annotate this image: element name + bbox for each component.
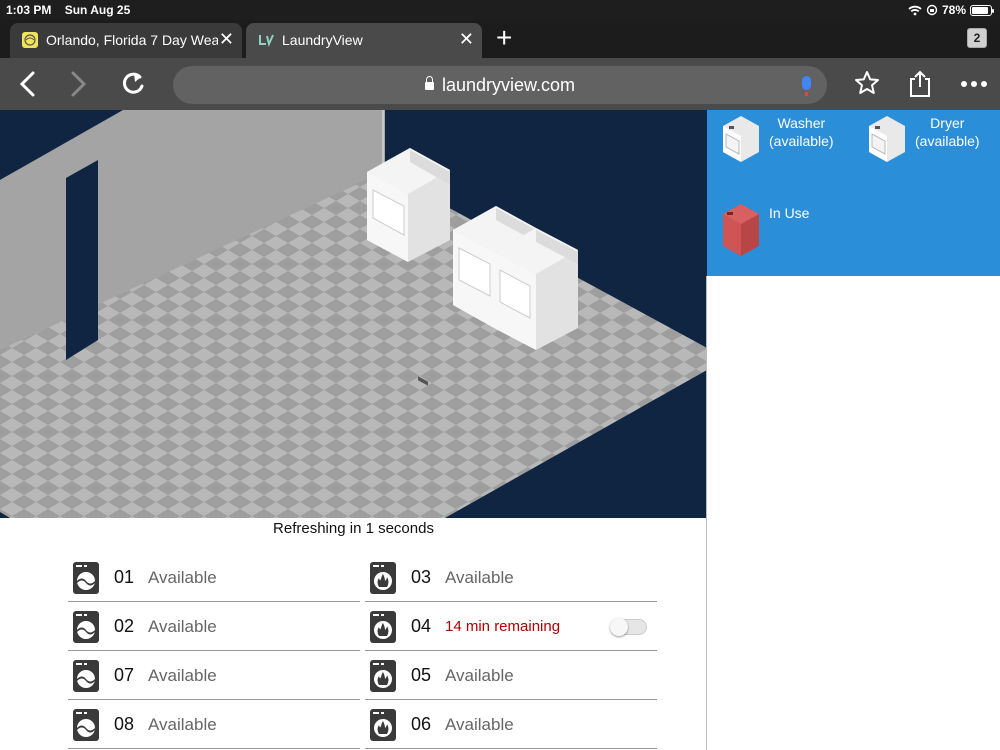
share-icon[interactable]: [908, 70, 932, 98]
tab-laundryview[interactable]: LaundryView ✕: [246, 23, 482, 58]
room-floor-plan: [0, 110, 707, 518]
machine-row-02[interactable]: 02 Available: [68, 603, 360, 651]
machine-row-04[interactable]: 04 14 min remaining: [365, 603, 657, 651]
dryer-icon: [869, 116, 905, 162]
legend-dryer-status: (available): [915, 133, 980, 149]
tab-laundryview-title: LaundryView: [282, 32, 363, 48]
lock-rotation-icon: [926, 4, 938, 16]
legend-dryer: Dryer (available): [865, 114, 980, 162]
in-use-machine-icon: [723, 204, 759, 256]
battery-percent: 78%: [941, 3, 966, 17]
tab-weather[interactable]: Orlando, Florida 7 Day Weat ✕: [10, 23, 242, 58]
lock-icon: [424, 76, 434, 90]
status-date: Sun Aug 25: [64, 3, 131, 17]
machine-status: Available: [445, 665, 514, 685]
machine-number: 01: [114, 567, 135, 587]
browser-toolbar: laundryview.com: [0, 58, 1000, 110]
reload-icon[interactable]: [120, 70, 146, 98]
dryer-icon: [370, 561, 396, 594]
washer-icon: [73, 659, 99, 692]
url-text: laundryview.com: [441, 75, 576, 95]
machine-status: Available: [148, 714, 217, 734]
close-tab-icon[interactable]: ✕: [219, 29, 234, 50]
tab-weather-title: Orlando, Florida 7 Day Weat: [46, 32, 218, 48]
dryer-icon: [370, 659, 396, 692]
microphone-icon[interactable]: [802, 76, 811, 96]
status-time: 1:03 PM: [6, 3, 52, 17]
machine-status: Available: [148, 567, 217, 587]
bookmark-star-icon[interactable]: [854, 70, 880, 96]
laundryview-favicon-icon: [258, 32, 274, 48]
notify-toggle[interactable]: [610, 618, 647, 636]
machine-legend: Washer (available) Dryer (available) In Us…: [707, 110, 1000, 276]
weather-favicon-icon: [22, 32, 38, 48]
legend-in-use: In Use: [719, 202, 809, 258]
back-icon[interactable]: [18, 70, 38, 98]
machine-number: 06: [411, 714, 432, 734]
new-tab-icon[interactable]: +: [496, 23, 512, 53]
machine-number: 02: [114, 616, 135, 636]
machine-row-06[interactable]: 06 Available: [365, 701, 657, 749]
legend-in-use-label: In Use: [769, 205, 810, 221]
legend-washer-status: (available): [769, 133, 834, 149]
forward-icon[interactable]: [68, 70, 88, 98]
close-tab-icon[interactable]: ✕: [459, 29, 474, 50]
machine-number: 03: [411, 567, 432, 587]
machine-row-01[interactable]: 01 Available: [68, 554, 360, 602]
machine-status: Available: [445, 714, 514, 734]
legend-dryer-label: Dryer: [930, 115, 965, 131]
tab-count-badge[interactable]: 2: [967, 28, 987, 48]
more-menu-icon[interactable]: [960, 80, 988, 88]
wifi-icon: [908, 5, 922, 15]
refresh-countdown: Refreshing in 1 seconds: [273, 520, 434, 537]
battery-icon: [970, 4, 994, 16]
machine-number: 08: [114, 714, 135, 734]
washer-icon: [73, 708, 99, 741]
machine-row-03[interactable]: 03 Available: [365, 554, 657, 602]
washer-icon: [723, 116, 759, 162]
legend-washer-label: Washer: [777, 115, 826, 131]
machine-row-05[interactable]: 05 Available: [365, 652, 657, 700]
address-bar[interactable]: laundryview.com: [173, 66, 827, 104]
legend-washer: Washer (available): [719, 114, 834, 162]
status-bar: 1:03 PM Sun Aug 25 78%: [0, 0, 1000, 20]
dryer-icon: [370, 610, 396, 643]
machine-number: 07: [114, 665, 135, 685]
washer-icon: [73, 561, 99, 594]
machine-number: 05: [411, 665, 432, 685]
washer-icon: [73, 610, 99, 643]
machine-unit[interactable]: [494, 228, 578, 350]
machine-row-07[interactable]: 07 Available: [68, 652, 360, 700]
machine-number: 04: [411, 616, 432, 636]
machine-status: Available: [445, 567, 514, 587]
machine-row-08[interactable]: 08 Available: [68, 701, 360, 749]
machine-status: Available: [148, 616, 217, 636]
machine-status: Available: [148, 665, 217, 685]
machine-status-in-use: 14 min remaining: [445, 618, 561, 635]
tab-bar: Orlando, Florida 7 Day Weat ✕ LaundryVie…: [0, 20, 1000, 58]
laundry-room-map: [0, 110, 707, 518]
dryer-icon: [370, 708, 396, 741]
column-divider: [706, 276, 707, 750]
